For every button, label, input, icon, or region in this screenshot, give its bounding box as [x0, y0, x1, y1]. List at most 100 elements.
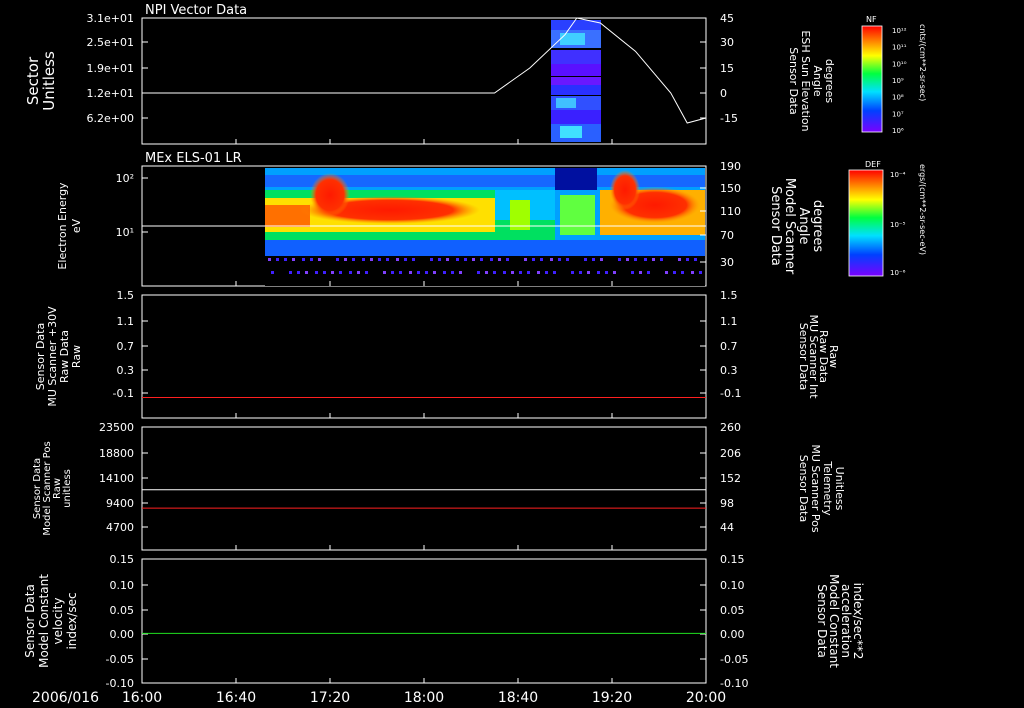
spectrogram-dot — [365, 271, 368, 274]
spectrogram-dot — [665, 271, 668, 274]
right-tick-label: 1.1 — [720, 315, 738, 328]
spectrogram-dot — [527, 271, 530, 274]
spectrogram-dot — [404, 258, 407, 261]
date-label: 2006/016 — [32, 690, 99, 706]
left-tick-label: 6.2e+00 — [87, 112, 134, 125]
multi-panel-time-series-plot: NPI Vector Data 3.1e+01 2.5e+01 1.9e+01 1.2e… — [23, 3, 927, 706]
right-axis-label: Sensor Data — [768, 186, 783, 266]
left-tick-label: 1.1 — [117, 315, 135, 328]
left-tick-label: 3.1e+01 — [87, 12, 134, 25]
spectrogram-dot — [438, 258, 441, 261]
spectrogram-dot — [451, 271, 454, 274]
spectrogram-dot — [490, 258, 493, 261]
right-tick-label: 0 — [720, 87, 727, 100]
right-tick-label: -0.1 — [720, 387, 741, 400]
spectrogram-dot — [694, 258, 697, 261]
right-axis-label: acceleration — [839, 584, 853, 658]
right-tick-label: 45 — [720, 12, 734, 25]
left-tick-label: 14100 — [99, 472, 134, 485]
panel-title-1: NPI Vector Data — [145, 3, 247, 18]
spectrogram-dot — [305, 271, 308, 274]
spectrogram-dot — [618, 258, 621, 261]
left-axis-label: index/sec — [65, 592, 79, 649]
left-tick-label: 9400 — [106, 497, 134, 510]
spectrogram-dot — [477, 271, 480, 274]
spectrogram-dot — [433, 271, 436, 274]
spectrogram-dot — [686, 258, 689, 261]
spectrogram-dot — [571, 271, 574, 274]
right-tick-label: 98 — [720, 497, 734, 510]
colorbar-def-strip — [848, 169, 884, 277]
spectrogram-dot — [524, 258, 527, 261]
left-axis-label: Sensor Data — [23, 584, 37, 658]
spectrogram-dot — [362, 258, 365, 261]
spectrogram-dot — [383, 271, 386, 274]
right-tick-label: 1.5 — [720, 289, 738, 302]
right-tick-label: -0.10 — [720, 677, 748, 690]
spectrogram-dot — [647, 271, 650, 274]
spectrogram-dot — [699, 271, 702, 274]
spectrogram-dot — [443, 271, 446, 274]
spectrogram-dot — [605, 271, 608, 274]
elevation-angle-line — [142, 17, 707, 124]
spectrogram-dot — [318, 258, 321, 261]
left-axis-label: unitless — [62, 469, 73, 508]
right-tick-label: 70 — [720, 229, 734, 242]
left-tick-label: 10¹ — [116, 226, 134, 239]
colorbar-def-label: 10⁻⁶ — [890, 269, 906, 277]
spectrogram-dot — [480, 258, 483, 261]
colorbar-nf-label: 10¹⁰ — [892, 60, 907, 68]
spectrogram-dot — [553, 271, 556, 274]
right-axis-label: MU Scanner Pos — [809, 444, 822, 533]
right-tick-label: 0.10 — [720, 579, 745, 592]
right-tick-label: 260 — [720, 421, 741, 434]
spectrogram-dot — [292, 258, 295, 261]
right-axis-label: Sensor Data — [797, 455, 810, 522]
right-tick-label: 0.00 — [720, 628, 745, 641]
spectrogram-dot — [412, 258, 415, 261]
right-axis-label: index/sec**2 — [851, 583, 865, 660]
left-tick-label: 23500 — [99, 421, 134, 434]
right-tick-label: 0.05 — [720, 604, 745, 617]
colorbar-nf-tag: NF — [866, 15, 877, 24]
right-axis-label: Sensor Data — [787, 47, 800, 114]
panel-frame-1 — [141, 17, 707, 145]
time-tick-label: 18:00 — [404, 690, 444, 706]
spectrogram-dot — [503, 271, 506, 274]
spectrogram-dot — [386, 258, 389, 261]
panel-frames — [141, 17, 707, 684]
spectrogram-dot — [537, 271, 540, 274]
right-axis-label: degrees — [810, 200, 825, 253]
colorbar-nf-label: 10⁷ — [892, 110, 904, 118]
spectrogram-dot — [396, 258, 399, 261]
spectrogram-dot — [493, 271, 496, 274]
left-tick-label: 0.3 — [117, 364, 135, 377]
spectrogram-dot — [506, 258, 509, 261]
spectrogram-dot — [336, 258, 339, 261]
spectrogram-dot — [681, 271, 684, 274]
right-tick-label: 206 — [720, 447, 741, 460]
time-tick-label: 16:40 — [216, 690, 256, 706]
spectrogram-dot — [417, 271, 420, 274]
panel-frame-5 — [141, 558, 707, 684]
right-tick-label: 0.15 — [720, 553, 745, 566]
time-tick-label: 18:40 — [498, 690, 538, 706]
right-tick-label: 190 — [720, 160, 741, 173]
spectrogram-dot — [289, 271, 292, 274]
spectrogram-dot — [652, 258, 655, 261]
spectrogram-dot — [357, 271, 360, 274]
right-axis-label: Angle — [796, 208, 811, 245]
spectrogram-dot — [323, 271, 326, 274]
spectrogram-dot — [349, 271, 352, 274]
spectrogram-dot — [352, 258, 355, 261]
colorbar-nf-strip — [861, 25, 883, 133]
panel-frame-4 — [141, 426, 707, 551]
spectrogram-dot — [631, 271, 634, 274]
spectrogram-dot — [558, 258, 561, 261]
left-tick-label: 18800 — [99, 447, 134, 460]
spectrogram-dot — [370, 258, 373, 261]
right-tick-label: 30 — [720, 256, 734, 269]
spectrogram-dot — [613, 271, 616, 274]
spectrogram-dot — [566, 258, 569, 261]
spectrogram-dot — [597, 271, 600, 274]
